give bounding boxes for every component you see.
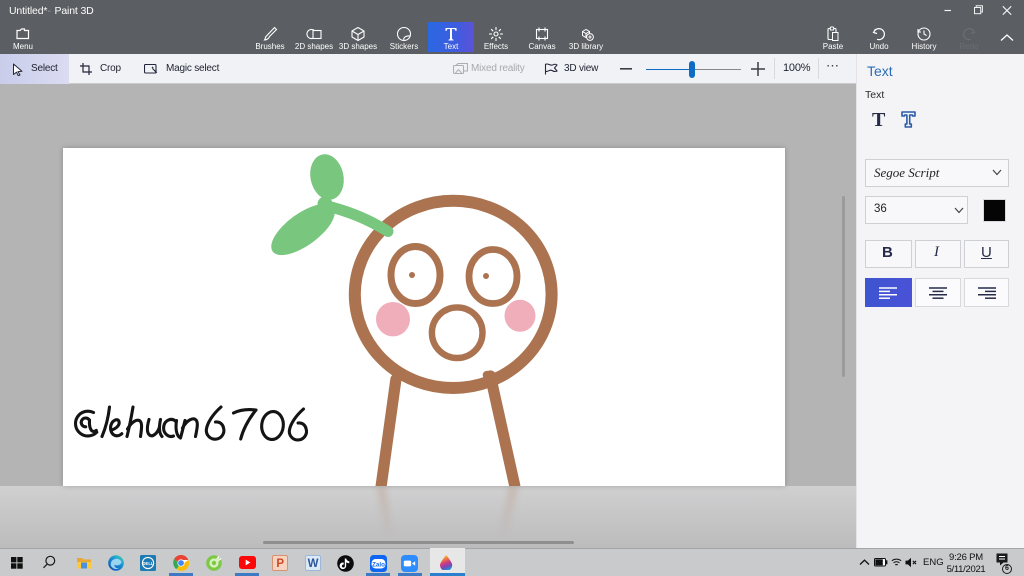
svg-text:DELL: DELL [143, 561, 154, 566]
svg-text:Zalo: Zalo [372, 561, 385, 568]
svg-text:P: P [276, 558, 284, 570]
svg-text:W: W [308, 558, 319, 570]
